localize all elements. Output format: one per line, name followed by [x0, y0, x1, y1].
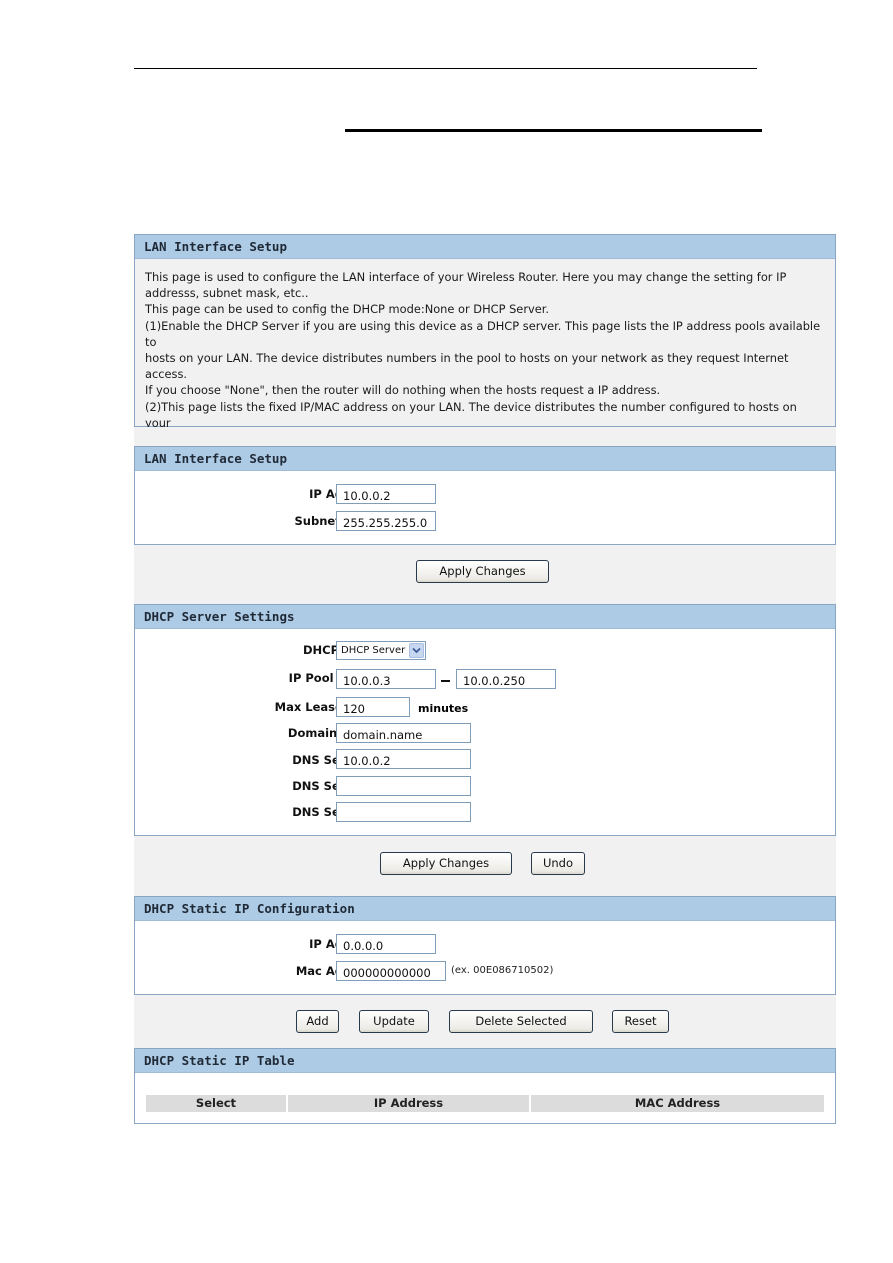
- dhcp-server-panel: DHCP Server Settings: [134, 604, 836, 836]
- description-line: access.: [145, 367, 188, 382]
- dhcp-mode-value: DHCP Server: [341, 645, 406, 656]
- dns-server-2-input[interactable]: [336, 776, 471, 796]
- subnet-mask-input[interactable]: [336, 511, 436, 531]
- chevron-down-icon[interactable]: [409, 643, 424, 658]
- domain-name-input[interactable]: [336, 723, 471, 743]
- lan-apply-changes-button[interactable]: Apply Changes: [416, 560, 549, 583]
- max-lease-time-input[interactable]: [336, 697, 410, 717]
- dns-server-3-input[interactable]: [336, 802, 471, 822]
- description-line: If you choose "None", then the router wi…: [145, 383, 661, 398]
- dhcp-apply-changes-button[interactable]: Apply Changes: [380, 852, 512, 875]
- undo-button[interactable]: Undo: [531, 852, 585, 875]
- column-header-select: Select: [146, 1095, 286, 1112]
- intro-panel: LAN Interface Setup This page is used to…: [134, 234, 836, 446]
- ip-pool-end-input[interactable]: [456, 669, 556, 689]
- description-line: addresss, subnet mask, etc..: [145, 286, 309, 301]
- column-header-mac-address: MAC Address: [531, 1095, 824, 1112]
- dns-server-1-input[interactable]: [336, 749, 471, 769]
- static-ip-config-title: DHCP Static IP Configuration: [135, 897, 835, 921]
- section-heading-underline: [345, 129, 762, 132]
- static-ip-table-panel: DHCP Static IP Table: [134, 1048, 836, 1124]
- spacer-strip: [134, 427, 836, 446]
- static-ip-input[interactable]: [336, 934, 436, 954]
- dhcp-mode-select[interactable]: DHCP Server: [336, 641, 426, 660]
- column-header-ip-address: IP Address: [288, 1095, 529, 1112]
- static-ip-table-title: DHCP Static IP Table: [135, 1049, 835, 1073]
- mac-address-hint: (ex. 00E086710502): [451, 965, 554, 976]
- dhcp-server-title: DHCP Server Settings: [135, 605, 835, 629]
- description-line: (1)Enable the DHCP Server if you are usi…: [145, 318, 821, 349]
- description-line: hosts on your LAN. The device distribute…: [145, 351, 789, 366]
- intro-description: This page is used to configure the LAN i…: [135, 259, 835, 455]
- range-dash: [441, 680, 450, 682]
- ip-pool-start-input[interactable]: [336, 669, 436, 689]
- lan-setup-title: LAN Interface Setup: [135, 447, 835, 471]
- delete-selected-button[interactable]: Delete Selected: [449, 1010, 593, 1033]
- description-line: This page is used to configure the LAN i…: [145, 270, 787, 284]
- page-header-rule: [134, 68, 757, 69]
- add-button[interactable]: Add: [296, 1010, 339, 1033]
- reset-button[interactable]: Reset: [612, 1010, 669, 1033]
- description-line: This page can be used to config the DHCP…: [145, 302, 550, 317]
- update-button[interactable]: Update: [359, 1010, 429, 1033]
- lease-unit-label: minutes: [418, 702, 469, 715]
- mac-address-input[interactable]: [336, 961, 446, 981]
- intro-panel-title: LAN Interface Setup: [135, 235, 835, 259]
- lan-ip-input[interactable]: [336, 484, 436, 504]
